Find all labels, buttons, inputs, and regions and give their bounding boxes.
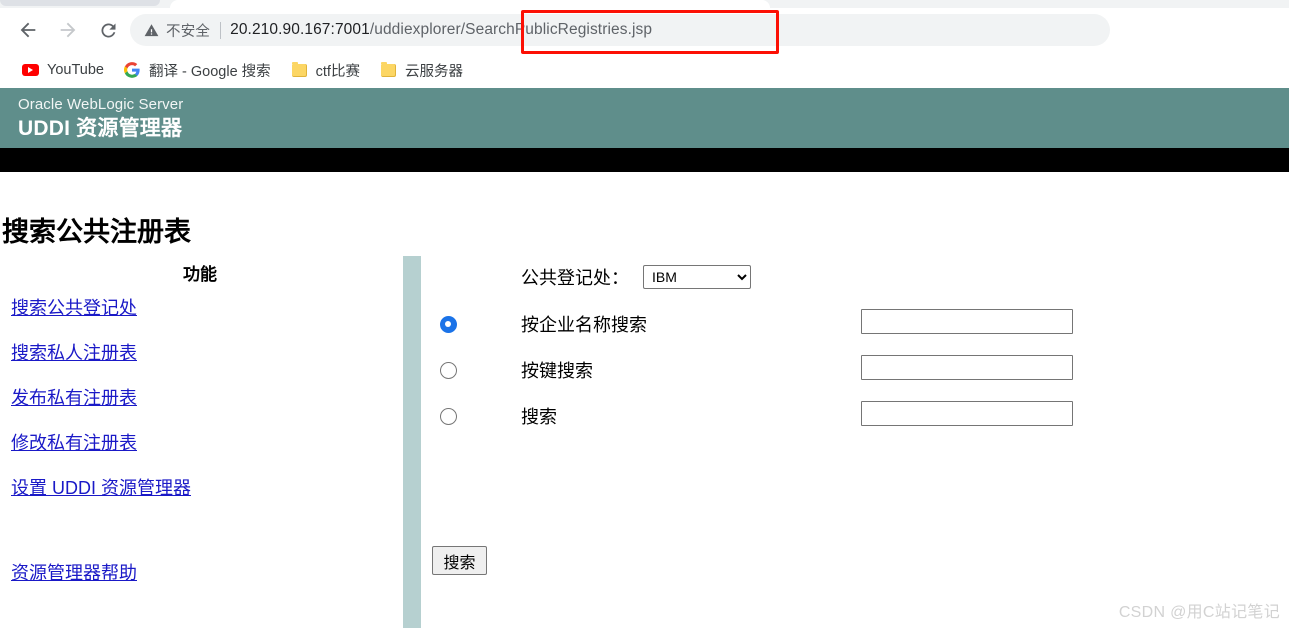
banner-product-name: Oracle WebLogic Server [18,96,184,113]
search-option-label: 按企业名称搜索 [521,315,647,335]
arrow-left-icon [20,22,36,38]
radio-by-key[interactable] [440,362,457,379]
bookmarks-bar: YouTube 翻译 - Google 搜索 ctf比赛 云服务器 [0,52,1289,88]
omnibox-divider [220,21,222,39]
sidebar-heading: 功能 [183,265,217,284]
input-by-key[interactable] [861,355,1073,380]
public-registry-select[interactable]: IBM [643,265,751,289]
public-registry-row: 公共登记处： IBM [521,264,751,290]
public-registry-label: 公共登记处： [521,268,629,288]
google-icon [124,62,141,79]
page-viewport: Oracle WebLogic Server UDDI 资源管理器 搜索公共注册… [0,88,1289,628]
watermark: CSDN @用C站记笔记 [1118,604,1280,621]
browser-chrome: 不安全 20.210.90.167:7001/uddiexplorer/Sear… [0,0,1289,88]
bookmark-google-translate[interactable]: 翻译 - Google 搜索 [116,56,279,84]
sidebar-item-explorer-help[interactable]: 资源管理器帮助 [11,559,137,585]
sidebar-item-publish-private-registry[interactable]: 发布私有注册表 [11,384,137,410]
address-bar[interactable]: 不安全 20.210.90.167:7001/uddiexplorer/Sear… [130,14,1110,46]
banner-app-title: UDDI 资源管理器 [18,117,183,140]
search-option-by-key: 按键搜索 [421,355,1289,387]
sidebar-item-setup-uddi-explorer[interactable]: 设置 UDDI 资源管理器 [11,474,191,500]
radio-generic-search[interactable] [440,408,457,425]
bookmark-label: 翻译 - Google 搜索 [148,63,271,80]
url-path: /uddiexplorer [369,21,461,38]
bookmark-label: ctf比赛 [315,63,360,80]
search-button[interactable]: 搜索 [432,546,487,575]
input-business-name[interactable] [861,309,1073,334]
tab-active[interactable] [170,0,770,8]
browser-toolbar: 不安全 20.210.90.167:7001/uddiexplorer/Sear… [0,8,1289,54]
arrow-right-icon [60,22,76,38]
search-option-label: 搜索 [521,407,557,427]
app-banner: Oracle WebLogic Server UDDI 资源管理器 [0,88,1289,148]
tab-inactive[interactable] [0,0,160,6]
reload-icon [100,22,115,37]
search-option-generic: 搜索 [421,401,1289,433]
bookmark-label: 云服务器 [404,63,463,80]
radio-business-name[interactable] [440,316,457,333]
url-host: 20.210.90.167:7001 [230,21,370,38]
youtube-icon [22,62,39,79]
search-option-business-name: 按企业名称搜索 [421,309,1289,341]
security-status-label: 不安全 [166,23,211,40]
sidebar-item-search-public-registries[interactable]: 搜索公共登记处 [11,294,137,320]
search-option-label: 按键搜索 [521,361,593,381]
banner-black-strip [0,148,1289,172]
url-file: /SearchPublicRegistries.jsp [460,21,653,38]
tab-strip [0,0,1289,8]
page-title: 搜索公共注册表 [2,217,191,248]
reload-button[interactable] [92,14,124,46]
bookmark-youtube[interactable]: YouTube [14,56,112,84]
folder-icon [291,61,308,79]
warning-triangle-icon [144,23,159,38]
bookmark-label: YouTube [47,62,104,78]
folder-icon [380,61,397,79]
bookmark-ctf[interactable]: ctf比赛 [283,56,368,84]
back-button[interactable] [12,14,44,46]
input-generic-search[interactable] [861,401,1073,426]
bookmark-cloud-server[interactable]: 云服务器 [372,56,471,84]
url-text: 20.210.90.167:7001/uddiexplorer/SearchPu… [230,21,652,39]
sidebar-divider [403,256,421,628]
search-form: 公共登记处： IBM 按企业名称搜索 按键搜索 搜索 搜索 [421,256,1289,628]
forward-button[interactable] [52,14,84,46]
sidebar: 功能 搜索公共登记处 搜索私人注册表 发布私有注册表 修改私有注册表 设置 UD… [0,256,403,628]
sidebar-item-search-private-registry[interactable]: 搜索私人注册表 [11,339,137,365]
sidebar-item-modify-private-registry[interactable]: 修改私有注册表 [11,429,137,455]
